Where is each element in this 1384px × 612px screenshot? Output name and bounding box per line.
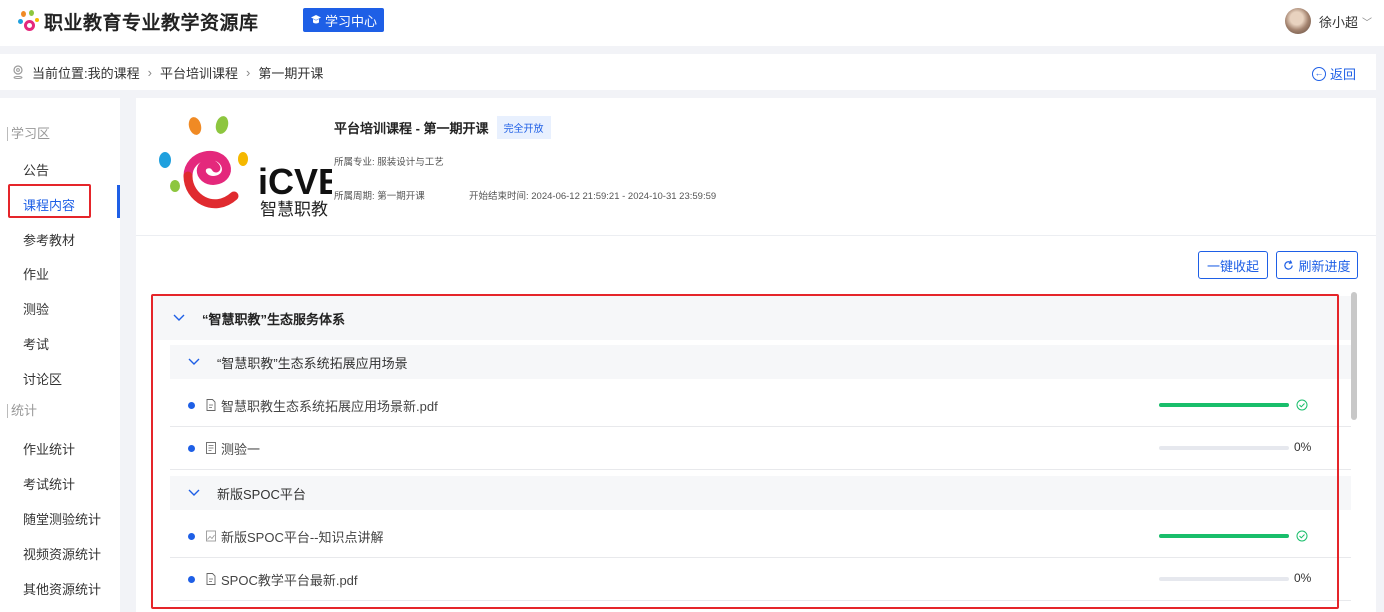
bullet-icon — [188, 532, 195, 540]
sidebar-item-other-stats[interactable]: 其他资源统计 — [23, 579, 101, 598]
progress-bar — [1159, 534, 1289, 538]
progress-bar — [1159, 403, 1289, 407]
site-logo[interactable]: 职业教育专业教学资源库 — [18, 8, 259, 35]
chapter-title: “智慧职教”生态服务体系 — [202, 311, 346, 327]
progress-fill — [1159, 534, 1289, 538]
refresh-icon — [1284, 259, 1294, 270]
main-panel: iCVE 智慧职教 平台培训课程 - 第一期开课 完全开放 所属专业: 服装设计… — [136, 98, 1376, 612]
list-item[interactable]: 测验一 0% — [170, 427, 1351, 470]
course-content-tree: “智慧职教”生态服务体系 “智慧职教”生态系统拓展应用场景 智慧职教生态系统拓展… — [153, 296, 1351, 612]
course-period: 所属周期: 第一期开课 — [334, 191, 425, 202]
progress-bar — [1159, 446, 1289, 450]
learning-center-button[interactable]: 学习中心 — [303, 8, 385, 32]
sidebar-item-quiz[interactable]: 测验 — [23, 299, 49, 318]
item-name: 测验一 — [221, 441, 261, 457]
back-arrow-icon: ← — [1311, 66, 1326, 81]
section-title: 新版SPOC平台 — [217, 486, 306, 502]
item-name: 新版SPOC平台--知识点讲解 — [221, 529, 384, 545]
chevron-right-icon: › — [147, 64, 152, 80]
course-title-row: 平台培训课程 - 第一期开课 完全开放 — [334, 116, 551, 139]
collapse-all-button[interactable]: 一键收起 — [1198, 251, 1268, 279]
sidebar-item-homework-stats[interactable]: 作业统计 — [23, 439, 75, 458]
sidebar-item-exam[interactable]: 考试 — [23, 334, 49, 353]
sidebar-item-announcement[interactable]: 公告 — [23, 160, 49, 179]
course-title: 平台培训课程 - 第一期开课 — [334, 121, 489, 136]
sidebar-item-exam-stats[interactable]: 考试统计 — [23, 474, 75, 493]
sidebar-active-indicator — [117, 185, 120, 218]
bullet-icon — [188, 575, 195, 583]
list-item[interactable]: SPOC教学平台最新.pdf 0% — [170, 558, 1351, 601]
sidebar-item-discussion[interactable]: 讨论区 — [23, 369, 62, 388]
chapter-row[interactable]: “智慧职教”生态服务体系 — [153, 296, 1351, 340]
sidebar: 学习区 公告 课程内容 参考教材 作业 测验 考试 讨论区 统计 作业统计 考试… — [0, 98, 120, 612]
sidebar-item-textbooks[interactable]: 参考教材 — [23, 230, 75, 249]
breadcrumb-item-course[interactable]: 平台培训课程 — [160, 63, 238, 82]
chevron-down-icon — [188, 358, 200, 365]
item-name: SPOC教学平台最新.pdf — [221, 572, 358, 588]
top-bar: 职业教育专业教学资源库 学习中心 徐小超 ﹀ — [0, 0, 1384, 46]
icve-logo: iCVE 智慧职教 — [159, 116, 332, 220]
sidebar-item-video-stats[interactable]: 视频资源统计 — [23, 544, 101, 563]
learning-center-label: 学习中心 — [325, 13, 378, 29]
breadcrumb-item-my-courses[interactable]: 我的课程 — [88, 63, 140, 82]
chevron-down-icon — [188, 489, 200, 496]
chevron-down-icon — [173, 314, 185, 321]
item-name: 智慧职教生态系统拓展应用场景新.pdf — [221, 398, 438, 414]
list-item[interactable]: 新版SPOC平台--知识点讲解 — [170, 515, 1351, 558]
refresh-progress-button[interactable]: 刷新进度 — [1276, 251, 1358, 279]
avatar — [1284, 8, 1311, 34]
progress-percent: 0% — [1294, 440, 1312, 454]
site-logo-icon — [18, 9, 40, 34]
sidebar-item-inclass-quiz-stats[interactable]: 随堂测验统计 — [23, 509, 101, 528]
chevron-down-icon: ﹀ — [1362, 17, 1372, 29]
back-button[interactable]: ← 返回 — [1311, 64, 1356, 83]
sidebar-item-homework[interactable]: 作业 — [23, 264, 49, 283]
scrollbar-thumb[interactable] — [1351, 292, 1357, 420]
progress-percent: 0% — [1294, 571, 1312, 585]
bullet-icon — [188, 444, 195, 452]
progress-bar — [1159, 577, 1289, 581]
list-item[interactable]: 智慧职教生态系统拓展应用场景新.pdf — [170, 384, 1351, 427]
graduation-cap-icon — [311, 15, 321, 24]
section-title: “智慧职教”生态系统拓展应用场景 — [217, 355, 408, 371]
check-circle-icon — [1296, 399, 1308, 411]
sidebar-group-stats: 统计 — [7, 404, 37, 418]
icve-logo-text: iCVE — [258, 161, 332, 202]
bullet-icon — [188, 401, 195, 409]
breadcrumb-prefix: 当前位置: — [32, 65, 88, 81]
location-pin-icon — [13, 65, 23, 79]
section-row[interactable]: 新版SPOC平台 — [170, 476, 1351, 510]
image-icon — [206, 530, 216, 542]
back-label: 返回 — [1329, 67, 1356, 82]
course-time-range: 开始结束时间: 2024-06-12 21:59:21 - 2024-10-31… — [469, 191, 717, 202]
breadcrumb: 当前位置: 我的课程 › 平台培训课程 › 第一期开课 ← 返回 — [0, 54, 1376, 90]
course-major: 所属专业: 服装设计与工艺 — [334, 157, 444, 168]
breadcrumb-item-session: 第一期开课 — [258, 65, 324, 81]
user-menu[interactable]: 徐小超 ﹀ — [1284, 8, 1372, 34]
section-row[interactable]: “智慧职教”生态系统拓展应用场景 — [170, 345, 1351, 379]
course-header: iCVE 智慧职教 平台培训课程 - 第一期开课 完全开放 所属专业: 服装设计… — [136, 98, 1376, 236]
check-circle-icon — [1296, 530, 1308, 542]
refresh-progress-label: 刷新进度 — [1298, 258, 1351, 274]
user-name: 徐小超 — [1318, 14, 1358, 30]
site-title: 职业教育专业教学资源库 — [44, 13, 259, 34]
status-badge: 完全开放 — [496, 116, 551, 139]
pdf-icon — [206, 573, 216, 585]
pdf-icon — [206, 399, 216, 411]
annotation-highlight-sidebar — [8, 184, 91, 218]
icve-logo-subtext: 智慧职教 — [260, 200, 328, 220]
sidebar-group-study: 学习区 — [7, 127, 50, 141]
chevron-right-icon: › — [246, 64, 251, 80]
progress-fill — [1159, 403, 1289, 407]
quiz-icon — [206, 442, 216, 454]
